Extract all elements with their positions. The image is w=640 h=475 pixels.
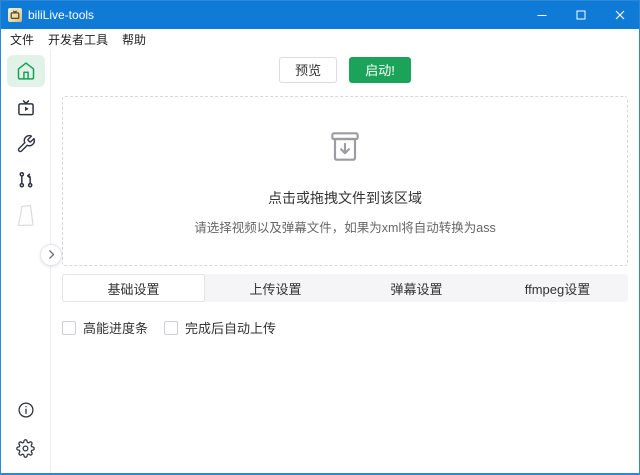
checkbox-label: 高能进度条 [83, 318, 148, 337]
checkbox-auto-upload[interactable] [164, 321, 178, 335]
wrench-icon [16, 134, 36, 154]
tab-upload-settings[interactable]: 上传设置 [205, 274, 346, 302]
info-icon [17, 401, 35, 419]
app-icon [8, 8, 22, 22]
option-high-energy-progress[interactable]: 高能进度条 [62, 318, 148, 337]
faded-logo-icon [14, 203, 38, 229]
upload-box-icon [325, 127, 365, 172]
sidebar-collapse-button[interactable] [40, 244, 62, 266]
sidebar-item-home[interactable] [7, 55, 45, 87]
menubar: 文件 开发者工具 帮助 [1, 29, 639, 49]
sidebar-item-convert[interactable] [7, 165, 45, 195]
sidebar-item-tools[interactable] [7, 129, 45, 159]
tab-ffmpeg-settings[interactable]: ffmpeg设置 [487, 274, 628, 302]
chevron-right-icon [46, 248, 57, 263]
tab-danmu-settings[interactable]: 弹幕设置 [346, 274, 487, 302]
settings-tabs: 基础设置 上传设置 弹幕设置 ffmpeg设置 [62, 274, 628, 302]
sidebar-item-logo[interactable] [7, 201, 45, 231]
app-window: biliLive-tools 文件 开发者工具 帮助 [0, 0, 640, 475]
dropzone-title: 点击或拖拽文件到该区域 [268, 188, 422, 208]
preview-button[interactable]: 预览 [279, 57, 337, 83]
main-content: 预览 启动! 点击或拖拽文件到该区域 请选择视频以及弹幕文件，如果为xml将自动… [51, 49, 639, 473]
sidebar-item-about[interactable] [7, 395, 45, 425]
file-dropzone[interactable]: 点击或拖拽文件到该区域 请选择视频以及弹幕文件，如果为xml将自动转换为ass [62, 96, 628, 266]
window-controls [522, 1, 639, 29]
option-auto-upload[interactable]: 完成后自动上传 [164, 318, 276, 337]
menu-help[interactable]: 帮助 [115, 31, 153, 48]
sidebar-top [7, 55, 45, 231]
titlebar[interactable]: biliLive-tools [1, 1, 639, 29]
tab-basic-settings[interactable]: 基础设置 [62, 274, 205, 302]
start-button[interactable]: 启动! [349, 57, 411, 83]
dropzone-subtitle: 请选择视频以及弹幕文件，如果为xml将自动转换为ass [194, 217, 495, 236]
window-title: biliLive-tools [28, 8, 94, 22]
options-row: 高能进度条 完成后自动上传 [62, 318, 628, 337]
maximize-button[interactable] [561, 1, 600, 29]
menu-devtools[interactable]: 开发者工具 [41, 31, 115, 48]
compare-icon [16, 170, 36, 190]
sidebar-item-settings[interactable] [7, 433, 45, 463]
sidebar-item-recorder[interactable] [7, 93, 45, 123]
minimize-button[interactable] [522, 1, 561, 29]
checkbox-high-energy[interactable] [62, 321, 76, 335]
checkbox-label: 完成后自动上传 [185, 318, 276, 337]
action-bar: 预览 启动! [62, 57, 628, 83]
gear-icon [16, 439, 35, 458]
menu-file[interactable]: 文件 [3, 31, 41, 48]
close-button[interactable] [600, 1, 639, 29]
tv-icon [16, 98, 36, 118]
sidebar-bottom [7, 395, 45, 463]
home-icon [16, 61, 36, 81]
